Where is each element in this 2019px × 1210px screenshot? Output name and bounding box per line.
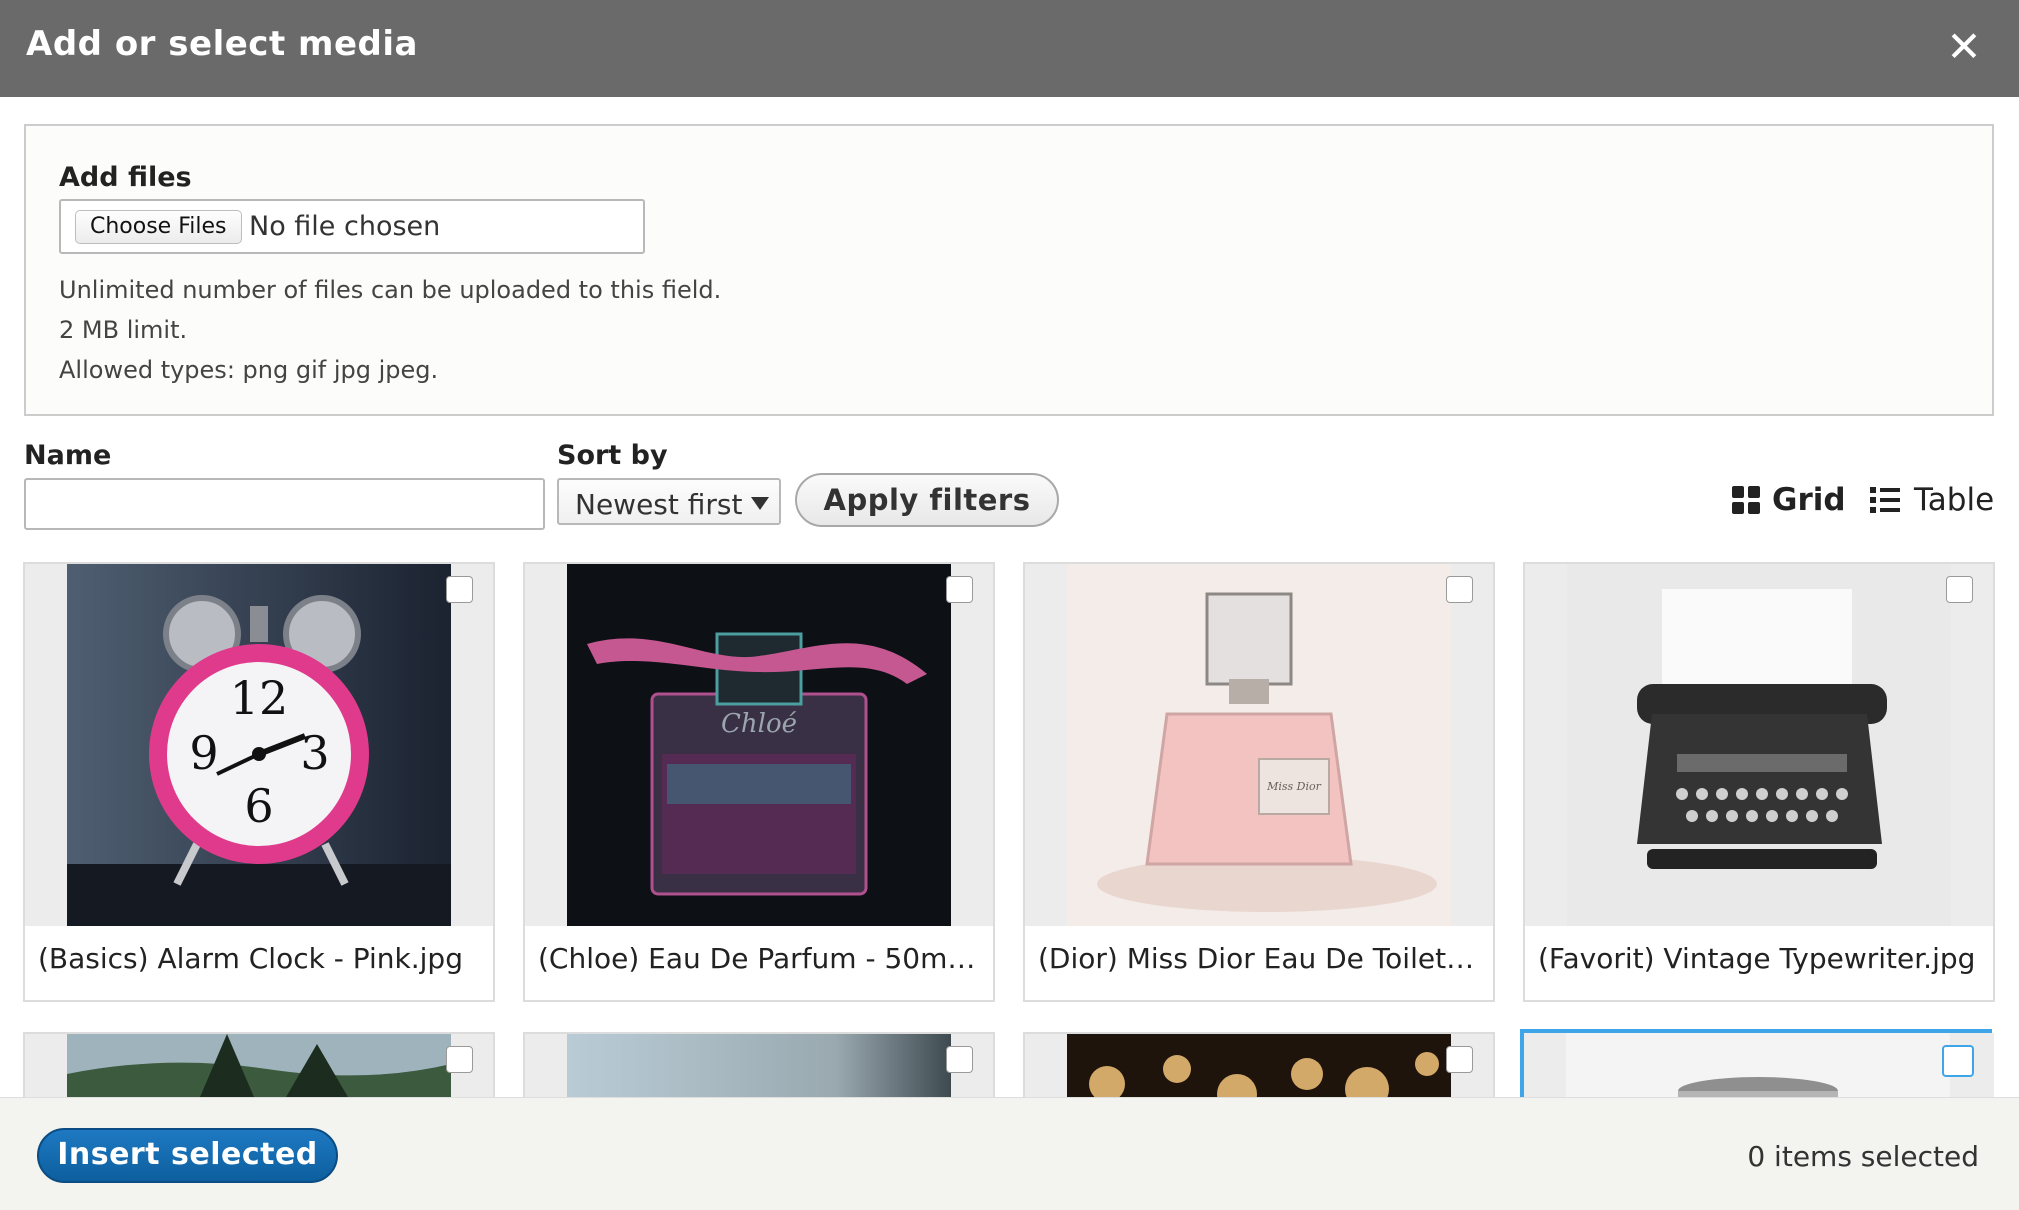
dialog-title: Add or select media xyxy=(26,24,418,64)
insert-selected-button[interactable]: Insert selected xyxy=(37,1128,338,1183)
media-item-caption: (Chloe) Eau De Parfum - 50ml.jpg xyxy=(538,942,983,975)
svg-text:6: 6 xyxy=(244,779,273,833)
upload-fieldset: Add files Choose Files No file chosen Un… xyxy=(24,124,1994,416)
media-thumbnail-wrap xyxy=(525,1034,993,1097)
media-thumbnail-wrap xyxy=(1525,564,1993,926)
grid-view-label: Grid xyxy=(1772,482,1846,518)
chloe-parfum-thumbnail: Chloé xyxy=(567,564,951,926)
upload-description-size: 2 MB limit. xyxy=(59,316,188,344)
svg-text:9: 9 xyxy=(189,726,218,780)
media-item-lake[interactable] xyxy=(23,1032,495,1097)
svg-text:Miss Dior: Miss Dior xyxy=(1266,780,1322,793)
name-filter-label: Name xyxy=(24,440,112,471)
name-filter-input[interactable] xyxy=(24,478,545,530)
table-view-label: Table xyxy=(1914,482,1995,518)
sort-by-label: Sort by xyxy=(557,440,668,471)
selected-count: 0 items selected xyxy=(1747,1140,1979,1173)
svg-text:12: 12 xyxy=(230,671,289,725)
media-item-caption: (Favorit) Vintage Typewriter.jpg xyxy=(1538,942,1976,975)
svg-text:3: 3 xyxy=(300,726,329,780)
media-item-checkbox[interactable] xyxy=(1446,576,1473,603)
dior-toilette-thumbnail: Miss Dior xyxy=(1067,564,1451,926)
file-input[interactable]: Choose Files No file chosen xyxy=(59,199,645,254)
svg-text:Chloé: Chloé xyxy=(721,709,797,739)
media-item-chloe-parfum[interactable]: Chloé (Chloe) Eau De Parfum - 50ml.jpg xyxy=(523,562,995,1002)
sort-by-value: Newest first xyxy=(575,488,743,521)
list-icon xyxy=(1870,486,1900,514)
chevron-down-icon xyxy=(751,497,769,510)
alarm-clock-thumbnail: 12 9 3 6 xyxy=(67,564,451,926)
upload-description-types: Allowed types: png gif jpg jpeg. xyxy=(59,356,439,384)
close-icon[interactable]: ✕ xyxy=(1939,22,1989,72)
grid-icon xyxy=(1732,486,1760,514)
media-thumbnail-wrap: Chloé xyxy=(525,564,993,926)
media-thumbnail-wrap: Miss Dior xyxy=(1025,564,1493,926)
media-item-checkbox[interactable] xyxy=(1946,576,1973,603)
blurred-thumbnail xyxy=(567,1034,951,1097)
table-view-toggle[interactable]: Table xyxy=(1870,480,1994,520)
media-item-caption: (Basics) Alarm Clock - Pink.jpg xyxy=(38,942,463,975)
bokeh-thumbnail xyxy=(1067,1034,1451,1097)
media-item-bokeh[interactable] xyxy=(1023,1032,1495,1097)
add-files-label: Add files xyxy=(59,162,192,193)
choose-files-button[interactable]: Choose Files xyxy=(75,210,242,244)
apply-filters-button[interactable]: Apply filters xyxy=(795,473,1059,527)
media-item-caption: (Dior) Miss Dior Eau De Toilette.jpg xyxy=(1038,942,1483,975)
dialog-titlebar: Add or select media ✕ xyxy=(0,0,2019,97)
upload-description-limit: Unlimited number of files can be uploade… xyxy=(59,276,722,304)
dialog-content: Add files Choose Files No file chosen Un… xyxy=(0,97,2019,1097)
media-item-dior-toilette[interactable]: Miss Dior (Dior) Miss Dior Eau De Toilet… xyxy=(1023,562,1495,1002)
media-item-vintage-typewriter[interactable]: (Favorit) Vintage Typewriter.jpg xyxy=(1523,562,1995,1002)
sort-by-select[interactable]: Newest first xyxy=(557,478,781,525)
lake-thumbnail xyxy=(67,1034,451,1097)
media-thumbnail-wrap xyxy=(1524,1033,1994,1097)
file-status-text: No file chosen xyxy=(249,211,441,242)
media-thumbnail-wrap xyxy=(25,1034,493,1097)
media-item-checkbox[interactable] xyxy=(946,1046,973,1073)
media-item-blurred[interactable] xyxy=(523,1032,995,1097)
grid-view-toggle[interactable]: Grid xyxy=(1732,480,1846,520)
media-item-checkbox[interactable] xyxy=(446,1046,473,1073)
media-thumbnail-wrap: 12 9 3 6 xyxy=(25,564,493,926)
media-item-checkbox[interactable] xyxy=(1942,1045,1974,1077)
media-thumbnail-wrap xyxy=(1025,1034,1493,1097)
media-item-focused[interactable] xyxy=(1520,1029,1994,1097)
typewriter-thumbnail xyxy=(1567,564,1951,926)
media-item-checkbox[interactable] xyxy=(946,576,973,603)
dialog-footer: Insert selected 0 items selected xyxy=(0,1097,2019,1210)
metal-pot-thumbnail xyxy=(1566,1033,1950,1097)
media-item-alarm-clock[interactable]: 12 9 3 6 (Basics) Alarm Clock - Pink.jpg xyxy=(23,562,495,1002)
media-item-checkbox[interactable] xyxy=(446,576,473,603)
media-item-checkbox[interactable] xyxy=(1446,1046,1473,1073)
